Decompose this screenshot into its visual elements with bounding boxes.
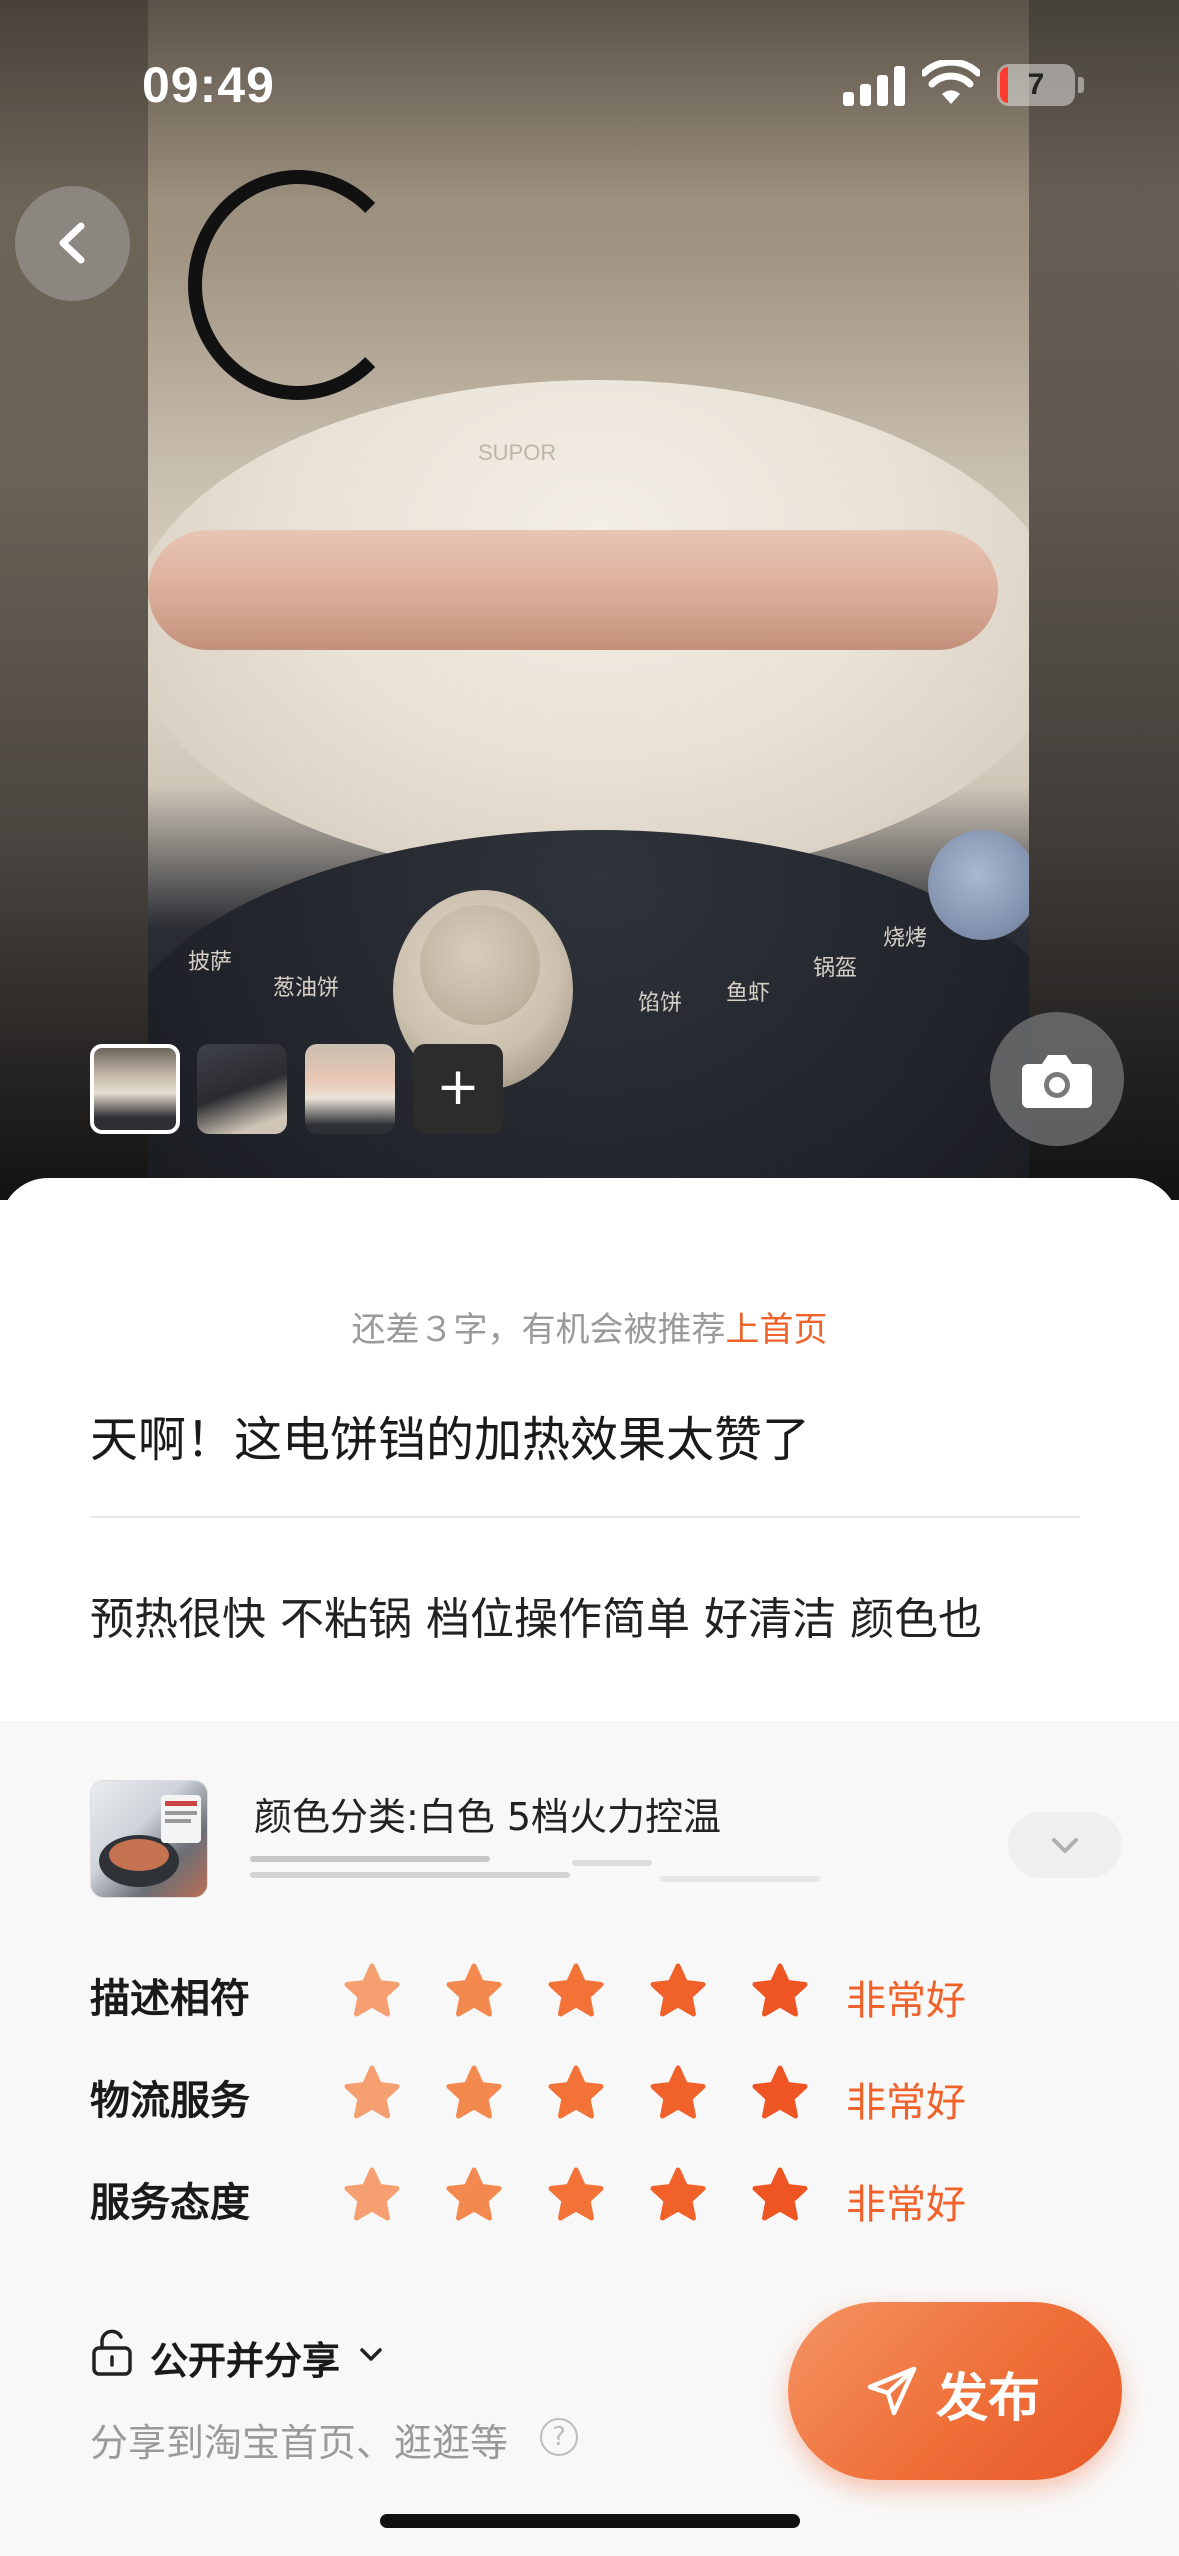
star-filled-icon[interactable] [748,1960,812,2024]
recommend-hint-accent: 上首页 [725,1310,828,1350]
product-title-blurred [660,1876,820,1882]
star-filled-icon[interactable] [748,2062,812,2126]
photo-thumbnail[interactable] [197,1044,287,1134]
publish-label: 发布 [936,2369,1041,2429]
product-title-blurred [250,1856,490,1862]
product-spec: 颜色分类:白色 5档火力控温 [254,1795,722,1839]
battery-cap [1078,77,1084,93]
photo-brand-text: SUPOR [478,440,557,465]
star-filled-icon[interactable] [748,2164,812,2228]
photo-mode-label: 烧烤 [883,925,928,950]
rating-row-service: 服务态度 非常好 [90,2158,1090,2238]
photo-mode-label: 馅饼 [638,990,683,1015]
star-filled-icon[interactable] [442,1960,506,2024]
recommend-hint: 还差３字，有机会被推荐上首页 [0,1302,1179,1351]
chevron-down-icon [1052,1838,1078,1853]
star-filled-icon[interactable] [646,2062,710,2126]
signal-icon [843,64,907,106]
rating-text: 非常好 [846,1978,966,2024]
rating-text: 非常好 [846,2080,966,2126]
recommend-hint-text: 还差３字，有机会被推荐 [351,1310,726,1350]
photo-knob-inner [420,905,540,1025]
status-time: 09:49 [142,57,275,113]
rating-text: 非常好 [846,2182,966,2228]
star-filled-icon[interactable] [442,2062,506,2126]
star-filled-icon[interactable] [442,2164,506,2228]
rating-label: 描述相符 [90,1976,250,2022]
body-fade [90,1650,1090,1680]
title-divider [90,1516,1080,1518]
add-photo-button[interactable]: + [413,1044,503,1134]
publish-button[interactable]: 发布 [788,2302,1122,2480]
share-description: 分享到淘宝首页、逛逛等 [90,2421,509,2465]
star-filled-icon[interactable] [340,2164,404,2228]
unlock-icon [92,2329,132,2376]
photo-mode-label: 锅盔 [813,955,858,980]
rating-label: 物流服务 [90,2078,250,2124]
photo-mode-label: 披萨 [188,949,233,974]
star-filled-icon[interactable] [544,1960,608,2024]
photo-mode-label: 葱油饼 [273,975,340,1000]
wifi-icon [922,60,980,104]
title-input[interactable]: 天啊！这电饼铛的加热效果太赞了 [90,1400,810,1470]
rating-row-logistics: 物流服务 非常好 [90,2056,1090,2136]
chevron-down-icon [360,2348,382,2361]
product-image [90,1780,208,1898]
camera-icon [1022,1055,1092,1108]
battery-percent: 7 [1027,68,1045,101]
photo-thumbnail-selected[interactable] [90,1044,180,1134]
star-filled-icon[interactable] [340,2062,404,2126]
product-title-blurred [250,1872,570,1878]
photo-cable [188,170,408,400]
product-title-blurred [572,1860,652,1866]
camera-button[interactable] [990,1012,1124,1146]
expand-product-button[interactable] [1008,1812,1122,1878]
photo-base [148,830,1029,1190]
help-icon[interactable]: ? [540,2418,578,2456]
chevron-left-icon [59,222,85,264]
rating-label: 服务态度 [90,2180,250,2226]
star-filled-icon[interactable] [340,1960,404,2024]
star-filled-icon[interactable] [544,2164,608,2228]
send-icon [867,2366,917,2416]
rating-row-description: 描述相符 非常好 [90,1954,1090,2034]
photo-button [928,830,1029,940]
product-pan-graphic [99,1795,201,1887]
star-filled-icon[interactable] [544,2062,608,2126]
star-filled-icon[interactable] [646,2164,710,2228]
photo-mode-label: 鱼虾 [726,980,771,1005]
star-filled-icon[interactable] [646,1960,710,2024]
home-indicator [380,2514,800,2528]
battery-icon: 7 [997,64,1075,106]
privacy-label: 公开并分享 [150,2339,341,2383]
photo-thumbnail[interactable] [305,1044,395,1134]
photo-handle [148,530,998,650]
back-button[interactable] [15,186,130,301]
